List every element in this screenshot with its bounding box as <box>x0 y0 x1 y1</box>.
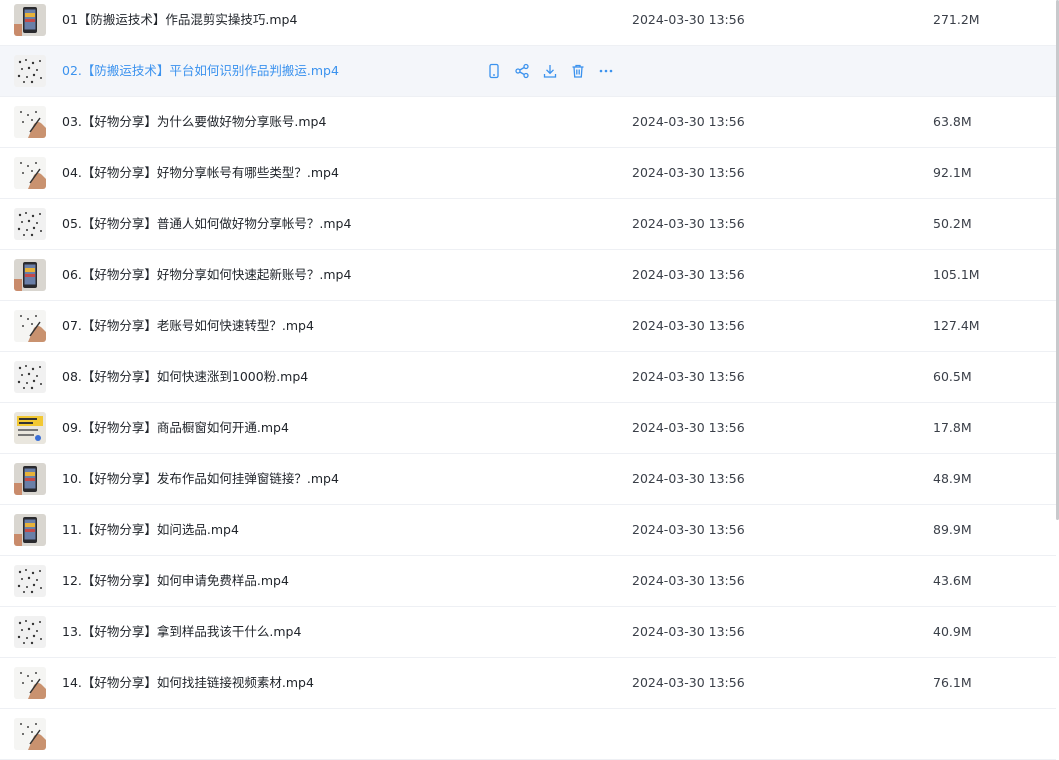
video-thumbnail <box>14 259 46 291</box>
file-size: 105.1M <box>933 267 980 282</box>
video-thumbnail <box>14 208 46 240</box>
file-row[interactable]: 04.【好物分享】好物分享帐号有哪些类型？.mp4 2024-03-30 13:5… <box>0 148 1056 199</box>
file-row[interactable]: 03.【好物分享】为什么要做好物分享账号.mp4 2024-03-30 13:56… <box>0 97 1056 148</box>
row-actions <box>485 62 625 80</box>
file-name[interactable]: 02.【防搬运技术】平台如何识别作品判搬运.mp4 <box>62 46 339 96</box>
video-thumbnail <box>14 157 46 189</box>
file-size: 17.8M <box>933 420 972 435</box>
file-row[interactable]: 08.【好物分享】如何快速涨到1000粉.mp4 2024-03-30 13:56… <box>0 352 1056 403</box>
trash-icon[interactable] <box>569 62 587 80</box>
file-row[interactable]: 11.【好物分享】如问选品.mp4 2024-03-30 13:56 89.9M <box>0 505 1056 556</box>
file-date: 2024-03-30 13:56 <box>632 318 745 333</box>
file-row[interactable]: 05.【好物分享】普通人如何做好物分享帐号？.mp4 2024-03-30 13:… <box>0 199 1056 250</box>
file-row[interactable]: 07.【好物分享】老账号如何快速转型？.mp4 2024-03-30 13:56 1… <box>0 301 1056 352</box>
video-thumbnail <box>14 361 46 393</box>
file-date: 2024-03-30 13:56 <box>632 624 745 639</box>
file-size: 40.9M <box>933 624 972 639</box>
file-name[interactable]: 07.【好物分享】老账号如何快速转型？.mp4 <box>62 301 314 351</box>
file-size: 60.5M <box>933 369 972 384</box>
video-thumbnail <box>14 4 46 36</box>
file-row[interactable] <box>0 709 1056 760</box>
file-date: 2024-03-30 13:56 <box>632 12 745 27</box>
file-date: 2024-03-30 13:56 <box>632 369 745 384</box>
file-name[interactable]: 03.【好物分享】为什么要做好物分享账号.mp4 <box>62 97 326 147</box>
video-thumbnail <box>14 667 46 699</box>
phone-icon[interactable] <box>485 62 503 80</box>
file-date: 2024-03-30 13:56 <box>632 522 745 537</box>
file-name[interactable]: 11.【好物分享】如问选品.mp4 <box>62 505 239 555</box>
file-name[interactable]: 05.【好物分享】普通人如何做好物分享帐号？.mp4 <box>62 199 351 249</box>
file-size: 63.8M <box>933 114 972 129</box>
file-date: 2024-03-30 13:56 <box>632 573 745 588</box>
file-row[interactable]: 13.【好物分享】拿到样品我该干什么.mp4 2024-03-30 13:56 40… <box>0 607 1056 658</box>
video-thumbnail <box>14 565 46 597</box>
video-thumbnail <box>14 106 46 138</box>
file-date: 2024-03-30 13:56 <box>632 267 745 282</box>
video-thumbnail <box>14 55 46 87</box>
file-row[interactable]: 01【防搬运技术】作品混剪实操技巧.mp4 2024-03-30 13:56 271… <box>0 0 1056 46</box>
file-row[interactable]: 10.【好物分享】发布作品如何挂弹窗链接？.mp4 2024-03-30 13:5… <box>0 454 1056 505</box>
video-thumbnail <box>14 412 46 444</box>
file-size: 48.9M <box>933 471 972 486</box>
file-name[interactable]: 14.【好物分享】如何找挂链接视频素材.mp4 <box>62 658 314 708</box>
file-name[interactable]: 13.【好物分享】拿到样品我该干什么.mp4 <box>62 607 301 657</box>
video-thumbnail <box>14 616 46 648</box>
file-name[interactable]: 04.【好物分享】好物分享帐号有哪些类型？.mp4 <box>62 148 339 198</box>
file-date: 2024-03-30 13:56 <box>632 114 745 129</box>
file-name[interactable]: 12.【好物分享】如何申请免费样品.mp4 <box>62 556 289 606</box>
file-date: 2024-03-30 13:56 <box>632 471 745 486</box>
file-size: 127.4M <box>933 318 980 333</box>
file-name[interactable]: 06.【好物分享】好物分享如何快速起新账号？.mp4 <box>62 250 351 300</box>
file-size: 76.1M <box>933 675 972 690</box>
file-row[interactable]: 12.【好物分享】如何申请免费样品.mp4 2024-03-30 13:56 43.… <box>0 556 1056 607</box>
file-name[interactable]: 09.【好物分享】商品橱窗如何开通.mp4 <box>62 403 289 453</box>
file-name[interactable]: 10.【好物分享】发布作品如何挂弹窗链接？.mp4 <box>62 454 339 504</box>
file-date: 2024-03-30 13:56 <box>632 165 745 180</box>
file-size: 89.9M <box>933 522 972 537</box>
file-date: 2024-03-30 13:56 <box>632 675 745 690</box>
video-thumbnail <box>14 310 46 342</box>
file-row[interactable]: 14.【好物分享】如何找挂链接视频素材.mp4 2024-03-30 13:56 7… <box>0 658 1056 709</box>
file-name[interactable]: 01【防搬运技术】作品混剪实操技巧.mp4 <box>62 0 297 45</box>
more-icon[interactable] <box>597 62 615 80</box>
video-thumbnail <box>14 514 46 546</box>
share-icon[interactable] <box>513 62 531 80</box>
file-name[interactable]: 08.【好物分享】如何快速涨到1000粉.mp4 <box>62 352 308 402</box>
file-size: 92.1M <box>933 165 972 180</box>
file-size: 271.2M <box>933 12 980 27</box>
file-row[interactable]: 06.【好物分享】好物分享如何快速起新账号？.mp4 2024-03-30 13:… <box>0 250 1056 301</box>
file-size: 43.6M <box>933 573 972 588</box>
download-icon[interactable] <box>541 62 559 80</box>
file-date: 2024-03-30 13:56 <box>632 420 745 435</box>
file-row[interactable]: 02.【防搬运技术】平台如何识别作品判搬运.mp4 <box>0 46 1056 97</box>
file-row[interactable]: 09.【好物分享】商品橱窗如何开通.mp4 2024-03-30 13:56 17.… <box>0 403 1056 454</box>
file-date: 2024-03-30 13:56 <box>632 216 745 231</box>
video-thumbnail <box>14 463 46 495</box>
file-size: 50.2M <box>933 216 972 231</box>
